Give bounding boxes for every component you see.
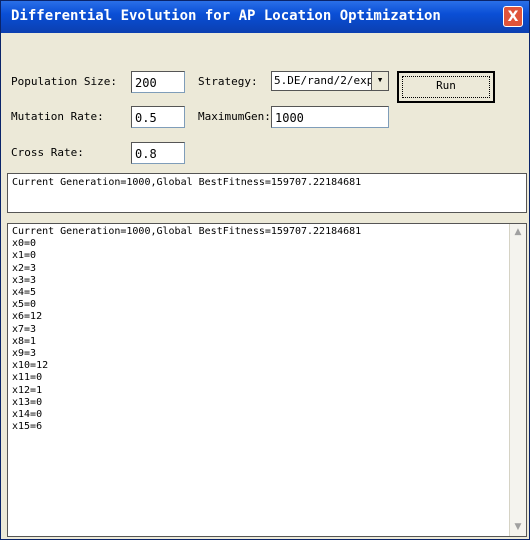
- strategy-select[interactable]: 5.DE/rand/2/exp ▾: [271, 71, 389, 91]
- output-line: x11=0: [12, 372, 43, 384]
- scroll-down-icon[interactable]: ▼: [511, 520, 525, 535]
- cross-rate-label: Cross Rate:: [11, 146, 84, 159]
- population-size-label: Population Size:: [11, 75, 117, 88]
- output-line: x10=12: [12, 360, 49, 372]
- close-button[interactable]: X: [503, 6, 523, 27]
- close-icon: X: [507, 9, 519, 25]
- output-line: x0=0: [12, 238, 37, 250]
- mutation-rate-input[interactable]: 0.5: [131, 106, 185, 128]
- output-line: x4=5: [12, 287, 37, 299]
- maximum-gen-input[interactable]: 1000: [271, 106, 389, 128]
- output-line: x3=3: [12, 274, 37, 286]
- window-title: Differential Evolution for AP Location O…: [11, 8, 441, 24]
- vertical-scrollbar[interactable]: ▲ ▼: [509, 224, 526, 536]
- output-line: x9=3: [12, 348, 37, 360]
- maximum-gen-label: MaximumGen:: [198, 110, 271, 123]
- cross-rate-input[interactable]: 0.8: [131, 142, 185, 164]
- scroll-up-icon[interactable]: ▲: [511, 225, 525, 240]
- title-bar[interactable]: Differential Evolution for AP Location O…: [1, 1, 529, 33]
- output-header-line: Current Generation=1000,Global BestFitne…: [12, 226, 362, 237]
- mutation-rate-label: Mutation Rate:: [11, 110, 104, 123]
- strategy-selected-value: 5.DE/rand/2/exp: [274, 74, 374, 87]
- output-line: x5=0: [12, 299, 37, 311]
- output-line: x6=12: [12, 311, 43, 323]
- output-line: x15=6: [12, 421, 43, 433]
- output-line: x13=0: [12, 396, 43, 408]
- run-button[interactable]: Run: [397, 71, 495, 103]
- main-window: Differential Evolution for AP Location O…: [0, 0, 530, 540]
- output-line: x12=1: [12, 384, 43, 396]
- output-textarea[interactable]: Current Generation=1000,Global BestFitne…: [7, 223, 527, 537]
- population-size-input[interactable]: 200: [131, 71, 185, 93]
- status-text: Current Generation=1000,Global BestFitne…: [12, 177, 362, 188]
- output-line: x2=3: [12, 262, 37, 274]
- output-content: Current Generation=1000,Global BestFitne…: [12, 226, 361, 433]
- run-button-focus-ring: [402, 76, 490, 98]
- output-line: x1=0: [12, 250, 37, 262]
- output-line: x7=3: [12, 323, 37, 335]
- status-textbox[interactable]: Current Generation=1000,Global BestFitne…: [7, 173, 527, 213]
- strategy-label: Strategy:: [198, 75, 258, 88]
- output-line: x14=0: [12, 409, 43, 421]
- dropdown-arrow-icon[interactable]: ▾: [371, 72, 388, 90]
- output-line: x8=1: [12, 335, 37, 347]
